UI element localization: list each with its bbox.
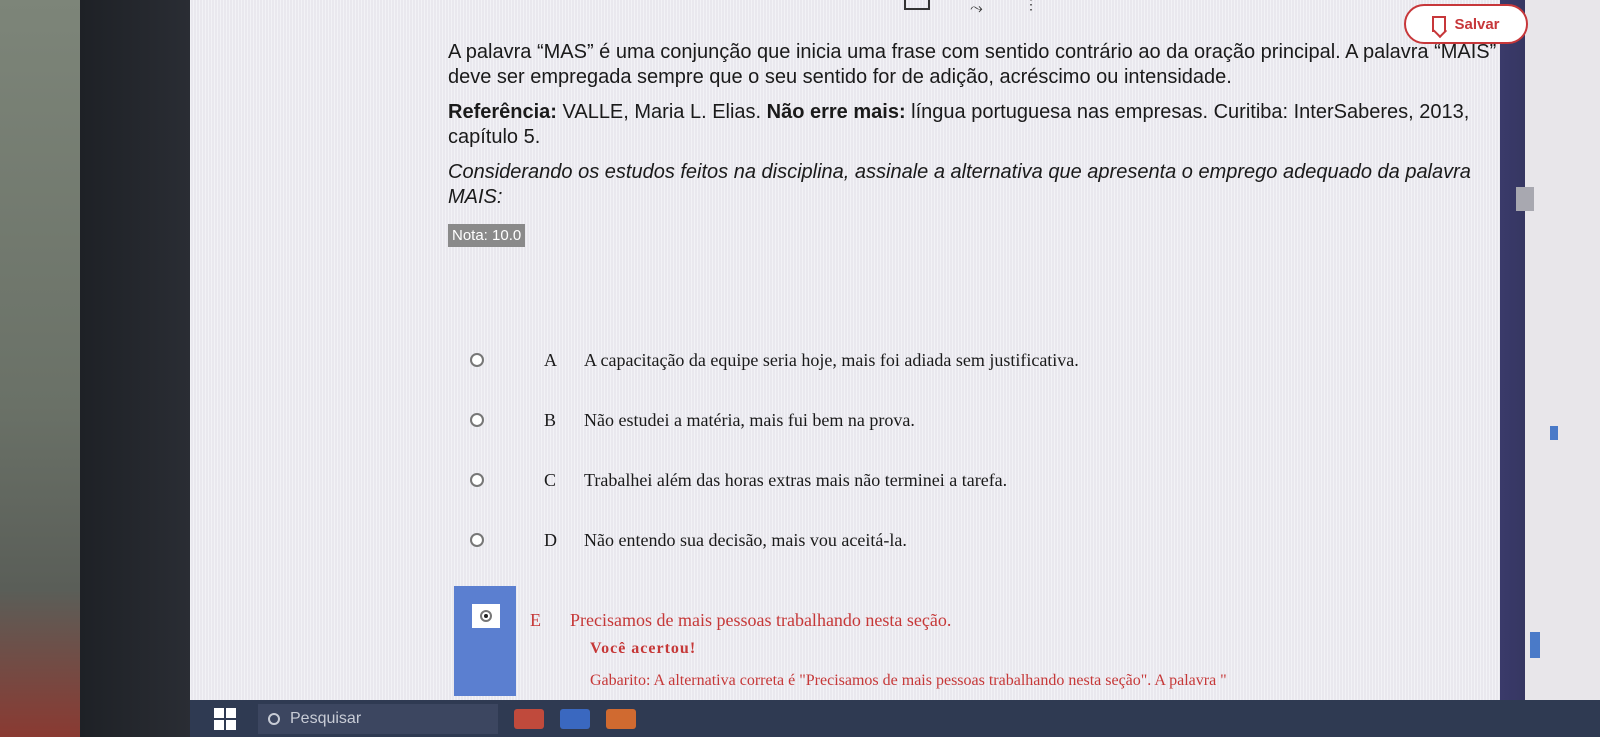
side-marker [1550, 426, 1558, 440]
reference-author: VALLE, Maria L. Elias. [556, 101, 767, 123]
radio-button-selected[interactable] [472, 604, 500, 628]
bookmark-icon [1432, 16, 1447, 32]
question-prompt: Considerando os estudos feitos na discip… [448, 161, 1471, 208]
reference-label: Referência: [448, 101, 557, 123]
option-b[interactable]: B Não estudei a matéria, mais fui bem na… [454, 390, 1504, 450]
radio-button[interactable] [470, 353, 484, 367]
option-a[interactable]: A A capacitação da equipe seria hoje, ma… [454, 330, 1504, 390]
answer-options: A A capacitação da equipe seria hoje, ma… [454, 330, 1504, 570]
option-d[interactable]: D Não entendo sua decisão, mais vou acei… [454, 510, 1504, 570]
windows-start-icon[interactable] [214, 707, 236, 730]
feedback-gabarito: Gabarito: A alternativa correta é "Preci… [590, 672, 1227, 689]
feedback-result: Você acertou! [590, 640, 697, 657]
option-letter: E [530, 609, 541, 630]
option-text: Trabalhei além das horas extras mais não… [584, 469, 1008, 490]
reference-title: Não erre mais: [766, 101, 906, 123]
grade-badge: Nota: 10.0 [448, 224, 526, 247]
taskbar-app-icon[interactable] [514, 708, 544, 729]
share-icon[interactable]: ⤳ [970, 0, 983, 18]
option-text: Não estudei a matéria, mais fui bem na p… [584, 409, 915, 430]
radio-button[interactable] [470, 413, 484, 427]
search-icon [268, 712, 280, 725]
option-letter: B [544, 409, 557, 430]
save-label: Salvar [1454, 15, 1500, 33]
question-reference: Referência: VALLE, Maria L. Elias. Não e… [448, 100, 1498, 150]
side-marker [1530, 632, 1540, 658]
radio-button[interactable] [470, 533, 484, 547]
save-button[interactable]: Salvar [1404, 4, 1528, 44]
taskbar-search[interactable]: Pesquisar [258, 703, 498, 734]
monitor-bezel-left [80, 0, 200, 737]
option-text: Não entendo sua decisão, mais vou aceitá… [584, 529, 907, 550]
search-placeholder: Pesquisar [290, 709, 362, 727]
option-letter: D [544, 529, 557, 550]
scrollbar-thumb[interactable] [1516, 187, 1534, 211]
option-letter: A [544, 349, 557, 370]
taskbar-app-icon[interactable] [606, 708, 636, 729]
option-text: A capacitação da equipe seria hoje, mais… [584, 349, 1079, 370]
radio-dot-icon [480, 610, 492, 622]
taskbar-app-icon[interactable] [560, 708, 590, 729]
more-icon[interactable]: ⋮ [1024, 0, 1038, 11]
radio-button[interactable] [470, 473, 484, 487]
taskbar: Pesquisar [190, 700, 1600, 737]
option-letter: C [544, 469, 557, 490]
selected-indicator [454, 586, 516, 696]
question-content: A palavra “MAS” é uma conjunção que inic… [448, 40, 1498, 247]
option-text: Precisamos de mais pessoas trabalhando n… [570, 609, 952, 630]
option-c[interactable]: C Trabalhei além das horas extras mais n… [454, 450, 1504, 510]
window-icon[interactable] [904, 0, 930, 10]
adjacent-screen [1525, 0, 1600, 737]
question-intro: A palavra “MAS” é uma conjunção que inic… [448, 41, 1497, 88]
